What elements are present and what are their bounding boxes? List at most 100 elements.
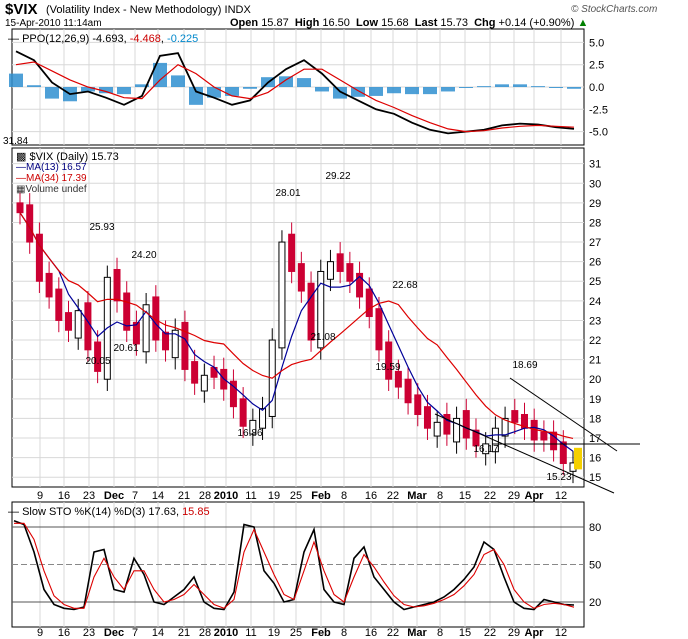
- candle-body: [394, 370, 402, 388]
- price-annotation: 28.01: [275, 188, 300, 199]
- x-tick-label: 12: [555, 627, 567, 639]
- x-tick-label: 14: [152, 490, 164, 502]
- price-annotation: 16.17: [473, 444, 498, 455]
- x-tick-label: 15: [459, 490, 471, 502]
- ppo-histogram-bar: [225, 87, 239, 96]
- x-tick-label: Apr: [525, 490, 545, 502]
- y-tick-label: 80: [589, 522, 601, 534]
- security-name: (Volatility Index - New Methodology) IND…: [46, 4, 251, 16]
- y-tick-label: 19: [589, 394, 601, 406]
- x-tick-label: 23: [83, 490, 95, 502]
- ppo-histogram-bar: [531, 86, 545, 88]
- x-tick-label: 15: [459, 627, 471, 639]
- y-tick-label: 18: [589, 413, 601, 425]
- y-tick-label: 0.0: [589, 82, 604, 94]
- chart-header: $VIX (Volatility Index - New Methodology…: [0, 0, 688, 30]
- ppo-legend: — PPO(12,26,9) -4.693, -4.468, -0.225: [8, 33, 199, 45]
- candle-body: [74, 310, 82, 339]
- open-value: 15.87: [261, 17, 289, 29]
- candle-body: [65, 312, 73, 331]
- y-tick-label: 50: [589, 560, 601, 572]
- price-legend-ma13: —MA(13) 16.57: [16, 162, 87, 173]
- stockcharts-logo: © StockCharts.com: [571, 4, 658, 15]
- price-legend-volume: ▦Volume undef: [16, 184, 87, 195]
- x-tick-label: 8: [341, 490, 347, 502]
- x-tick-label: 28: [199, 627, 211, 639]
- candle-body: [404, 378, 412, 404]
- x-tick-label: 12: [555, 490, 567, 502]
- stoch-legend: — Slow STO %K(14) %D(3) 17.63, 15.85: [8, 506, 210, 518]
- ppo-histogram-bar: [279, 76, 293, 87]
- price-annotation: 16.86: [237, 428, 262, 439]
- x-tick-label: Feb: [311, 627, 331, 639]
- ppo-histogram-bar: [459, 87, 473, 88]
- chart-canvas: 9916162323DecDec771414212128282010201011…: [9, 28, 640, 639]
- candle-body: [453, 417, 461, 443]
- x-tick-label: 21: [178, 490, 190, 502]
- x-tick-label: 21: [178, 627, 190, 639]
- x-tick-label: 8: [437, 490, 443, 502]
- x-tick-label: 22: [484, 627, 496, 639]
- y-tick-label: 23: [589, 315, 601, 327]
- legend-swatch-icon: —: [8, 33, 19, 45]
- candle-body: [278, 241, 286, 349]
- x-tick-label: 9: [37, 627, 43, 639]
- last-value: 15.73: [440, 17, 468, 29]
- x-tick-label: 7: [132, 490, 138, 502]
- x-tick-label: 28: [199, 490, 211, 502]
- x-tick-label: Dec: [104, 627, 124, 639]
- y-tick-label: 2.5: [589, 60, 604, 72]
- ppo-histogram-bar: [9, 73, 23, 87]
- x-tick-label: 8: [437, 627, 443, 639]
- x-tick-label: Feb: [311, 490, 331, 502]
- ppo-histogram-bar: [441, 87, 455, 92]
- candle-body: [414, 394, 422, 415]
- ppo-histogram-bar: [45, 87, 59, 99]
- x-tick-label: Mar: [407, 490, 427, 502]
- y-tick-label: 20: [589, 374, 601, 386]
- price-annotation: 20.05: [85, 356, 110, 367]
- x-tick-label: 25: [290, 490, 302, 502]
- last-price-marker: [574, 447, 582, 470]
- candle-body: [385, 341, 393, 380]
- ppo-histogram-bar: [423, 87, 437, 95]
- x-tick-label: 16: [58, 627, 70, 639]
- y-tick-label: 28: [589, 217, 601, 229]
- candle-body: [511, 410, 519, 423]
- x-tick-label: 11: [245, 627, 256, 639]
- x-tick-label: Apr: [525, 627, 545, 639]
- y-tick-label: -2.5: [589, 104, 608, 116]
- ppo-histogram-bar: [315, 87, 329, 92]
- price-annotation: 20.61: [113, 343, 138, 354]
- ppo-histogram-bar: [567, 87, 581, 89]
- price-annotation: 21.08: [310, 332, 335, 343]
- x-tick-label: 29: [508, 490, 520, 502]
- symbol: $VIX: [5, 1, 38, 18]
- ppo-histogram-bar: [477, 86, 491, 88]
- candle-body: [45, 272, 53, 298]
- candle-body: [443, 413, 451, 435]
- ppo-histogram-bar: [513, 84, 527, 87]
- change-value: +0.14 (+0.90%): [498, 17, 575, 29]
- ppo-histogram-bar: [243, 87, 257, 89]
- x-tick-label: 9: [37, 490, 43, 502]
- y-tick-label: 24: [589, 296, 601, 308]
- ppo-histogram-bar: [369, 87, 383, 96]
- candle-body: [84, 302, 92, 351]
- candle-body: [326, 261, 334, 280]
- y-tick-label: 31: [589, 159, 601, 171]
- candle-body: [181, 321, 189, 370]
- high-value: 16.50: [322, 17, 350, 29]
- x-tick-label: 22: [387, 627, 399, 639]
- ppo-histogram-bar: [171, 75, 185, 87]
- x-tick-label: 8: [341, 627, 347, 639]
- x-tick-label: 2010: [214, 627, 238, 639]
- y-tick-label: 30: [589, 178, 601, 190]
- y-tick-label: -5.0: [589, 127, 608, 139]
- low-value: 15.68: [381, 17, 409, 29]
- price-annotation: 29.22: [325, 171, 350, 182]
- x-tick-label: 11: [245, 490, 256, 502]
- candle-body: [336, 253, 344, 272]
- x-tick-label: 7: [132, 627, 138, 639]
- candle-body: [259, 408, 267, 429]
